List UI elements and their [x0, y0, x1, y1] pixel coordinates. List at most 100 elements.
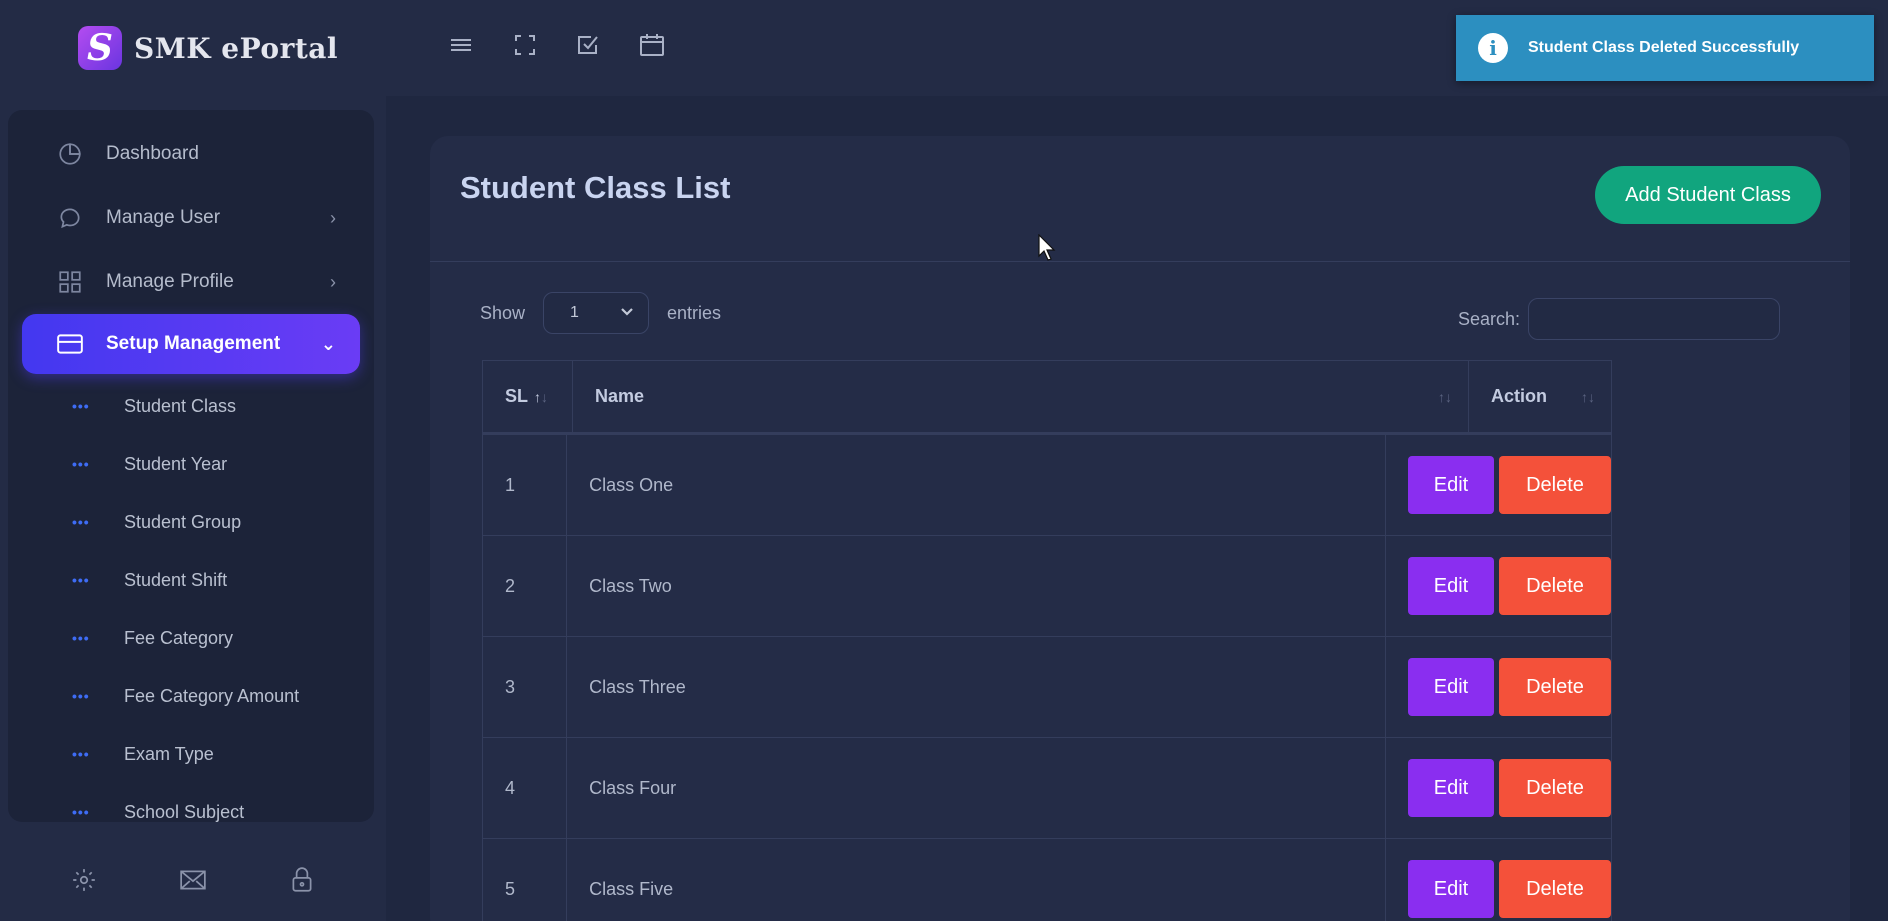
cell-sl: 3 — [483, 637, 568, 737]
delete-button[interactable]: Delete — [1499, 557, 1611, 615]
grid-icon — [56, 268, 84, 296]
chevron-right-icon: › — [330, 271, 336, 292]
toast-notification[interactable]: i Student Class Deleted Successfully — [1456, 15, 1874, 81]
card-icon — [56, 330, 84, 358]
sidebar-subitem-label: School Subject — [124, 801, 245, 822]
sidebar-footer — [0, 850, 386, 910]
add-student-class-button[interactable]: Add Student Class — [1595, 166, 1821, 224]
sidebar-subitem-student-year[interactable]: ••• Student Year — [72, 444, 227, 484]
settings-icon[interactable] — [69, 865, 99, 895]
sidebar-item-label: Manage User — [106, 207, 221, 228]
sort-icon: ↑↓ — [1438, 388, 1452, 405]
card-header: Student Class List Add Student Class — [430, 136, 1850, 262]
mouse-cursor-icon — [1038, 234, 1056, 261]
sidebar-subitem-label: Fee Category Amount — [124, 685, 300, 706]
checkbox-icon[interactable] — [573, 30, 603, 60]
sidebar-menu: Dashboard Manage User › Manage Profile ›… — [8, 110, 374, 822]
table-row: 2 Class Two Edit Delete — [483, 536, 1611, 637]
cell-sl: 2 — [483, 536, 568, 636]
edit-button[interactable]: Edit — [1408, 860, 1494, 918]
column-header-sl[interactable]: SL ↑↓ — [483, 361, 573, 432]
sidebar-subitem-student-group[interactable]: ••• Student Group — [72, 502, 241, 542]
toast-message: Student Class Deleted Successfully — [1528, 39, 1800, 56]
sidebar-subitem-student-class[interactable]: ••• Student Class — [72, 386, 236, 426]
sidebar-subitem-fee-category-amount[interactable]: ••• Fee Category Amount — [72, 676, 299, 716]
sidebar-subitem-fee-category[interactable]: ••• Fee Category — [72, 618, 233, 658]
sidebar-item-label: Manage Profile — [106, 271, 234, 292]
sidebar-subitem-label: Student Group — [124, 511, 242, 532]
cell-action: Edit Delete — [1386, 637, 1611, 737]
dots-icon: ••• — [72, 804, 90, 820]
column-header-label: Name — [595, 386, 645, 406]
table-row: 3 Class Three Edit Delete — [483, 637, 1611, 738]
show-label: Show — [480, 302, 526, 323]
brand-name: SMK ePortal — [134, 31, 339, 65]
cell-action: Edit Delete — [1386, 839, 1611, 921]
entries-label: entries — [667, 302, 722, 323]
search-control: Search: — [1458, 298, 1781, 340]
sidebar-item-label: Dashboard — [106, 143, 199, 164]
delete-button[interactable]: Delete — [1499, 860, 1611, 918]
table-header: SL ↑↓ Name ↑↓ Action ↑↓ — [483, 361, 1611, 435]
sidebar-item-manage-user[interactable]: Manage User › — [22, 188, 360, 248]
pie-chart-icon — [56, 140, 84, 168]
page-title: Student Class List — [460, 170, 731, 205]
column-header-action[interactable]: Action ↑↓ — [1469, 361, 1611, 432]
column-header-name[interactable]: Name ↑↓ — [573, 361, 1469, 432]
cell-action: Edit Delete — [1386, 435, 1611, 535]
dots-icon: ••• — [72, 746, 90, 762]
table-row: 5 Class Five Edit Delete — [483, 839, 1611, 921]
menu-icon[interactable] — [446, 30, 476, 60]
cell-name: Class Four — [567, 738, 1386, 838]
calendar-icon[interactable] — [637, 30, 667, 60]
cell-sl: 1 — [483, 435, 568, 535]
brand[interactable]: S SMK ePortal — [78, 22, 338, 74]
cell-action: Edit Delete — [1386, 738, 1611, 838]
cell-name: Class One — [567, 435, 1386, 535]
edit-button[interactable]: Edit — [1408, 557, 1494, 615]
search-input[interactable] — [1528, 298, 1781, 340]
fullscreen-icon[interactable] — [510, 30, 540, 60]
info-icon: i — [1478, 33, 1508, 63]
chevron-down-icon — [620, 304, 634, 322]
sidebar-subitem-label: Student Class — [124, 395, 237, 416]
chevron-right-icon: › — [330, 207, 336, 228]
delete-button[interactable]: Delete — [1499, 759, 1611, 817]
dots-icon: ••• — [72, 398, 90, 414]
edit-button[interactable]: Edit — [1408, 658, 1494, 716]
entries-select[interactable]: 1 — [543, 292, 650, 334]
chat-bubble-icon — [56, 204, 84, 232]
entries-value: 1 — [570, 304, 579, 321]
sidebar: S SMK ePortal Dashboard Manage User › Ma… — [0, 0, 386, 921]
student-class-table: SL ↑↓ Name ↑↓ Action ↑↓ 1 Class One Edit… — [482, 360, 1612, 921]
dots-icon: ••• — [72, 688, 90, 704]
dots-icon: ••• — [72, 514, 90, 530]
sort-icon: ↑↓ — [1581, 388, 1595, 405]
column-header-label: SL — [505, 386, 529, 406]
edit-button[interactable]: Edit — [1408, 456, 1494, 514]
sidebar-item-manage-profile[interactable]: Manage Profile › — [22, 252, 360, 312]
sidebar-subitem-label: Student Shift — [124, 569, 228, 590]
search-label: Search: — [1458, 308, 1521, 329]
cell-name: Class Three — [567, 637, 1386, 737]
sort-asc-icon: ↑↓ — [534, 388, 549, 405]
sidebar-subitem-school-subject[interactable]: ••• School Subject — [72, 792, 244, 822]
cell-sl: 5 — [483, 839, 568, 921]
cell-name: Class Two — [567, 536, 1386, 636]
brand-logo-icon: S — [78, 26, 122, 70]
edit-button[interactable]: Edit — [1408, 759, 1494, 817]
column-header-label: Action — [1491, 386, 1547, 406]
dots-icon: ••• — [72, 572, 90, 588]
sidebar-item-setup-management[interactable]: Setup Management ⌄ — [22, 314, 360, 374]
chevron-down-icon: ⌄ — [320, 333, 336, 354]
cell-name: Class Five — [567, 839, 1386, 921]
mail-icon[interactable] — [178, 865, 208, 895]
sidebar-subitem-exam-type[interactable]: ••• Exam Type — [72, 734, 214, 774]
sidebar-item-dashboard[interactable]: Dashboard — [22, 124, 360, 184]
sidebar-subitem-label: Exam Type — [124, 743, 214, 764]
delete-button[interactable]: Delete — [1499, 456, 1611, 514]
lock-icon[interactable] — [287, 865, 317, 895]
dots-icon: ••• — [72, 456, 90, 472]
sidebar-subitem-student-shift[interactable]: ••• Student Shift — [72, 560, 227, 600]
delete-button[interactable]: Delete — [1499, 658, 1611, 716]
